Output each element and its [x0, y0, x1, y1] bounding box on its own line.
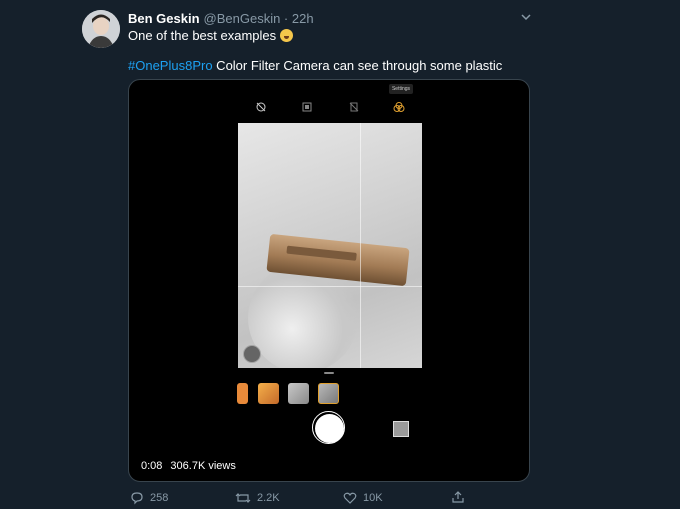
tweet-text-line2: #OnePlus8Pro Color Filter Camera can see…	[128, 58, 502, 74]
tweet-text-rest: Color Filter Camera can see through some…	[212, 58, 503, 73]
flash-off-icon	[255, 100, 267, 112]
author-handle[interactable]: @BenGeskin · 22h	[204, 11, 314, 26]
exploding-head-emoji-icon	[280, 29, 294, 42]
tweet-text-line1: One of the best examples	[128, 28, 294, 44]
filter-thumb	[288, 383, 309, 404]
author-name[interactable]: Ben Geskin	[128, 11, 200, 26]
filter-thumb	[258, 383, 279, 404]
camera-preview	[238, 123, 422, 368]
like-count: 10K	[363, 492, 383, 504]
gallery-thumbnail	[393, 421, 409, 437]
video-views: 306.7K views	[170, 460, 236, 472]
retweet-count: 2.2K	[257, 492, 280, 504]
video-time: 0:08	[141, 460, 163, 472]
heart-icon	[343, 492, 357, 504]
tweet-text: One of the best examples	[128, 28, 277, 43]
settings-tooltip: Settings	[389, 84, 413, 94]
reply-button[interactable]: 258	[130, 490, 168, 506]
aspect-ratio-icon	[301, 100, 313, 112]
timer-off-icon	[348, 100, 360, 112]
grid-line	[238, 286, 422, 287]
video-meta: 0:08 306.7K views	[141, 460, 244, 472]
share-button[interactable]	[451, 490, 465, 504]
grid-line	[360, 123, 361, 368]
share-icon	[452, 491, 464, 503]
reply-count: 258	[150, 492, 169, 504]
filter-thumb	[237, 383, 248, 404]
retweet-button[interactable]: 2.2K	[235, 490, 280, 506]
chevron-down-icon[interactable]	[519, 10, 533, 24]
lens-switch-icon	[243, 345, 261, 363]
hashtag-link[interactable]: #OnePlus8Pro	[128, 58, 213, 73]
like-button[interactable]: 10K	[343, 490, 383, 506]
drawer-handle	[324, 372, 334, 374]
tweet-header: Ben Geskin @BenGeskin · 22h	[128, 11, 314, 27]
color-filter-icon	[393, 100, 405, 112]
filter-thumb-selected	[318, 383, 339, 404]
shutter-button	[312, 411, 345, 444]
reply-icon	[131, 492, 143, 505]
avatar[interactable]	[82, 10, 120, 48]
retweet-icon	[235, 493, 251, 503]
